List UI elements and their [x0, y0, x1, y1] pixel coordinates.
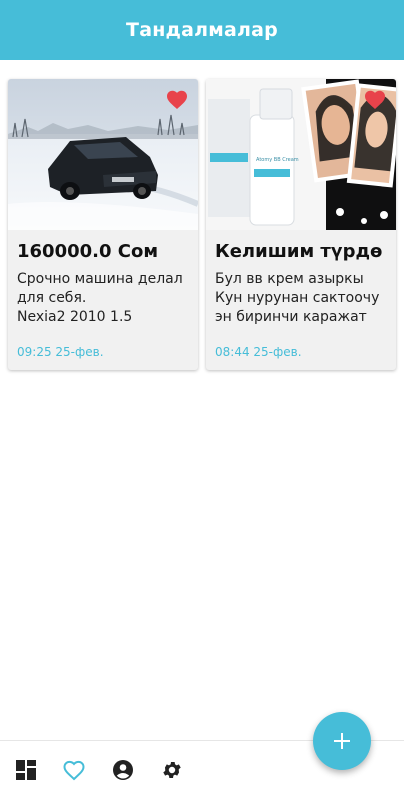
favorite-heart-icon[interactable] [165, 88, 189, 110]
nav-item-settings[interactable] [160, 758, 184, 782]
page-title: Тандалмалар [126, 19, 278, 41]
account-circle-icon [113, 760, 133, 780]
listing-description: Срочно машина делал для себя. Nexia2 201… [17, 271, 183, 325]
favorite-heart-icon[interactable] [363, 88, 387, 110]
nav-item-favorites[interactable] [62, 758, 86, 782]
nav-item-profile[interactable] [111, 758, 135, 782]
heart-outline-icon [63, 760, 85, 781]
listing-price: Келишим түрдө [215, 241, 383, 262]
app-bar: Тандалмалар [0, 0, 404, 60]
dashboard-icon [16, 760, 36, 780]
add-listing-button[interactable] [313, 712, 371, 770]
listing-timestamp: 08:44 25-фев. [215, 345, 302, 359]
listing-price: 160000.0 Сом [17, 241, 159, 262]
nav-item-dashboard[interactable] [14, 758, 38, 782]
app-screen: Тандалмалар 160000.0 Сом Срочно машина д… [0, 0, 404, 800]
listing-card[interactable]: Atomy BB Cream Келишим түрдө Бул вв крем… [206, 79, 396, 370]
favorites-grid: 160000.0 Сом Срочно машина делал для себ… [8, 79, 398, 371]
listing-card[interactable]: 160000.0 Сом Срочно машина делал для себ… [8, 79, 198, 370]
plus-icon [334, 733, 350, 749]
gear-icon [163, 762, 181, 778]
product-label: Atomy BB Cream [256, 157, 299, 163]
listing-timestamp: 09:25 25-фев. [17, 345, 104, 359]
listing-description: Бул вв крем азыркы Кун нурунан сактоочу … [215, 271, 380, 325]
